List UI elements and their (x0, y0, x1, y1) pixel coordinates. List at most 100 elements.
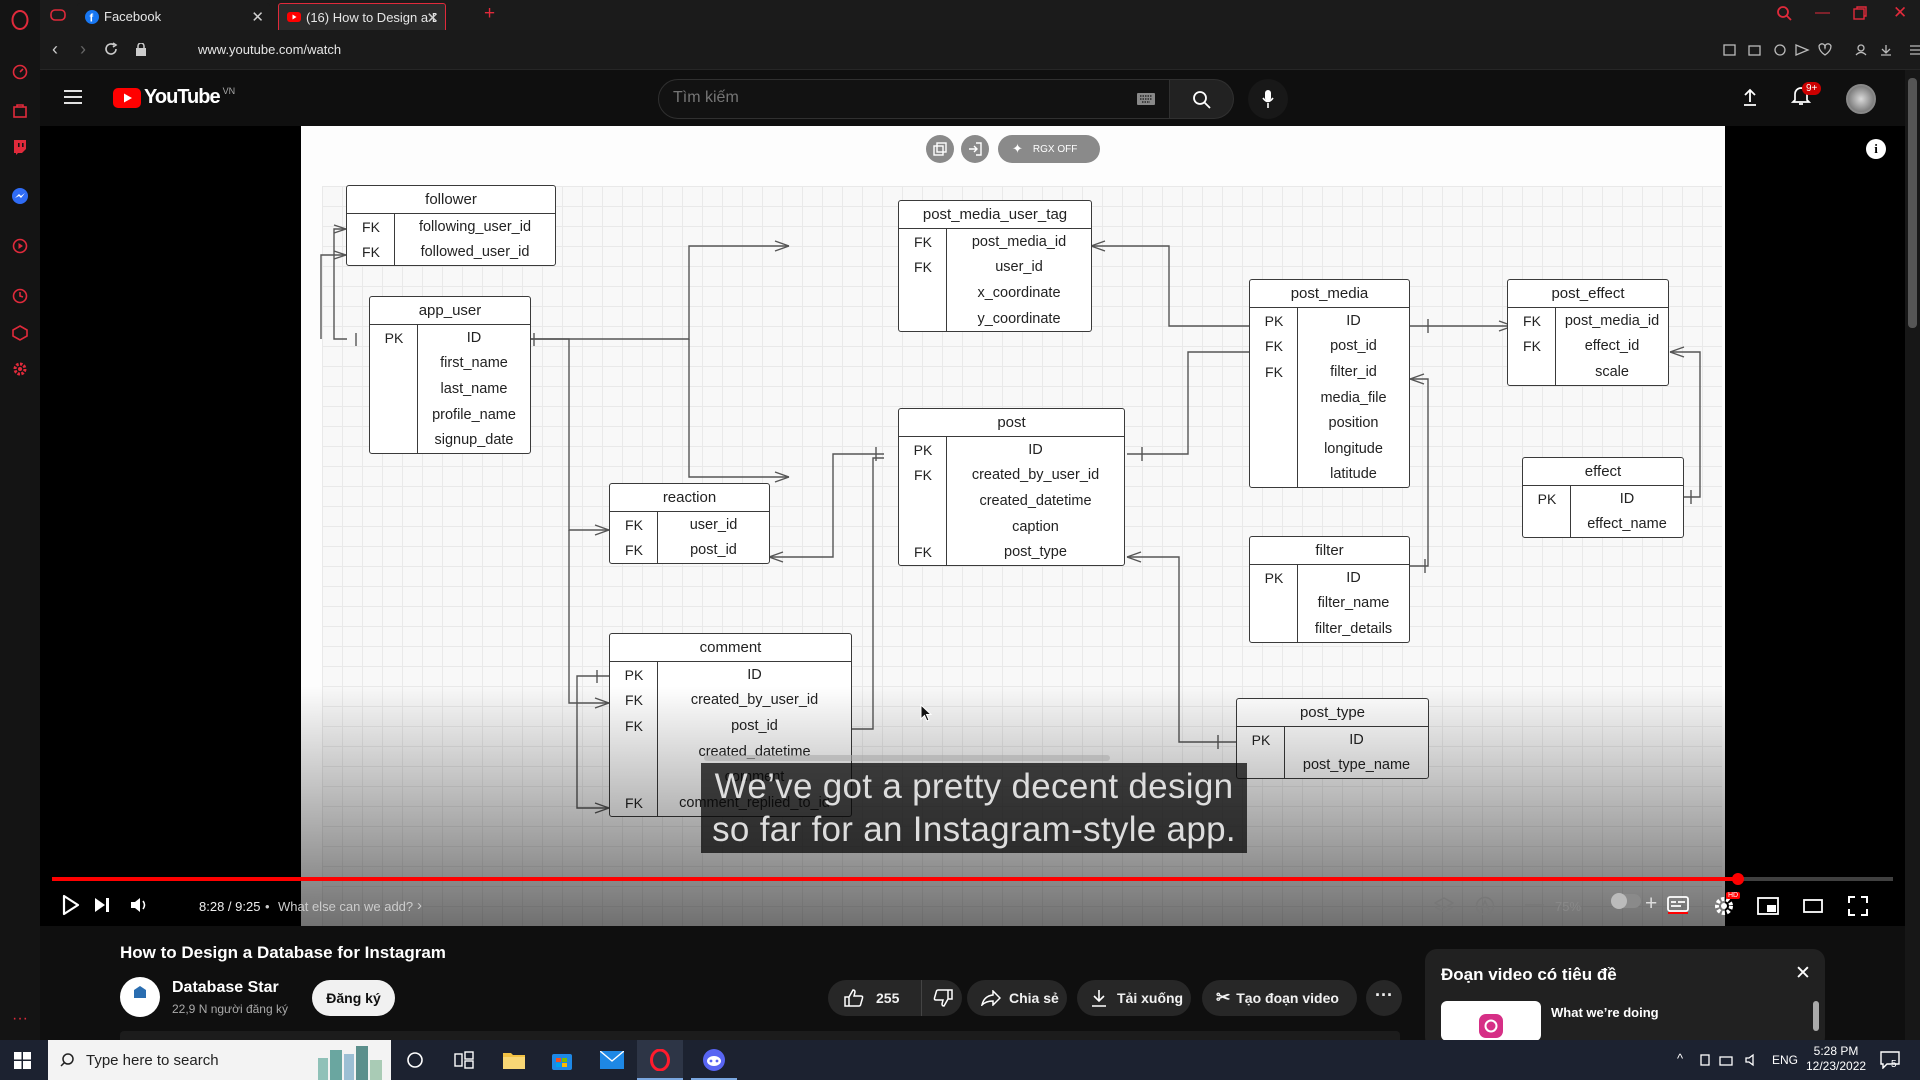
close-panel-icon[interactable]: ✕ (1795, 962, 1811, 985)
cortana-icon[interactable] (406, 1051, 424, 1069)
more-actions-button[interactable]: ··· (1366, 980, 1402, 1016)
logo-text: YouTube (144, 86, 221, 108)
theater-mode-icon[interactable] (1803, 899, 1823, 913)
action-center-icon[interactable] (1880, 1051, 1900, 1069)
entity-title: app_user (370, 297, 530, 325)
toolbar-icons (1723, 43, 1920, 57)
autoplay-toggle[interactable] (1611, 893, 1641, 909)
zoom-level: 75% (1555, 899, 1582, 914)
autoplay-a-icon[interactable] (1475, 896, 1495, 916)
forward-icon[interactable]: › (80, 39, 86, 60)
share-icon (981, 990, 1001, 1006)
reload-icon[interactable] (104, 42, 118, 56)
video-player[interactable]: ✦ RGX OFF follower FK following_user_id … (40, 126, 1905, 926)
channel-avatar[interactable] (120, 977, 160, 1017)
miniplayer-icon[interactable] (1757, 897, 1779, 915)
upload-icon[interactable] (1743, 88, 1757, 106)
menu-icon[interactable] (64, 90, 82, 104)
page-scrollbar-track[interactable] (1905, 70, 1920, 1040)
extensions-icon[interactable] (9, 322, 31, 344)
entity-post: post PK ID FK created_by_user_id created_d… (898, 408, 1125, 566)
tab-youtube[interactable]: (16) How to Design a Datal ✕ (278, 3, 446, 30)
more-icon[interactable]: ··· (9, 1008, 31, 1030)
task-view-icon[interactable] (454, 1051, 474, 1069)
entity-row: FK following_user_id (362, 218, 532, 235)
tab-facebook[interactable]: f Facebook ✕ (77, 3, 270, 30)
speed-dial-icon[interactable] (9, 61, 31, 83)
workspace-icon[interactable] (50, 7, 66, 23)
taskbar-search[interactable]: Type here to search (48, 1040, 391, 1080)
close-tab-icon[interactable]: ✕ (426, 9, 439, 27)
like-button[interactable]: 255 (828, 980, 922, 1016)
facebook-icon: f (85, 9, 99, 24)
close-window-icon[interactable]: ✕ (1893, 3, 1907, 23)
twitch-icon[interactable] (9, 136, 31, 158)
youtube-icon (287, 12, 301, 22)
caption-line: so far for an Instagram-style app. (712, 810, 1236, 849)
download-button[interactable]: Tải xuống (1077, 980, 1191, 1016)
search-icon (60, 1053, 74, 1067)
entity-row: first_name (440, 355, 508, 372)
tray-icons[interactable] (1700, 1053, 1760, 1067)
description-box[interactable] (120, 1031, 1400, 1040)
chapter-item-title[interactable]: What we’re doing (1551, 1005, 1659, 1020)
search-button[interactable] (1170, 79, 1234, 119)
layers-icon[interactable] (1434, 897, 1454, 915)
youtube-logo[interactable]: YouTube VN (113, 86, 235, 109)
clock[interactable]: 5:28 PM 12/23/2022 (1806, 1044, 1866, 1074)
language-indicator[interactable]: ENG (1772, 1053, 1798, 1067)
info-icon[interactable]: i (1866, 139, 1886, 159)
shopping-bag-icon[interactable] (9, 99, 31, 121)
chapter-thumbnail[interactable] (1441, 1001, 1541, 1041)
tray-chevron-icon[interactable]: ^ (1677, 1051, 1683, 1066)
back-icon[interactable]: ‹ (52, 39, 58, 60)
progress-bar[interactable] (52, 873, 1893, 885)
channel-name[interactable]: Database Star (172, 979, 279, 997)
chapter-title[interactable]: What else can we add? (278, 899, 413, 914)
microphone-icon (1262, 90, 1274, 108)
player-controls: 8:28 / 9:25 • What else can we add? › — … (40, 886, 1905, 926)
fullscreen-icon[interactable] (1848, 896, 1868, 916)
new-tab-icon[interactable]: + (484, 3, 495, 25)
url-field[interactable]: www.youtube.com/watch (198, 42, 341, 57)
volume-icon[interactable] (130, 896, 148, 914)
chapter-separator: • (265, 899, 270, 914)
page-scrollbar-thumb[interactable] (1908, 78, 1917, 328)
zoom-in-icon[interactable]: + (1645, 892, 1657, 916)
play-icon[interactable] (62, 894, 80, 916)
progress-scrubber[interactable] (1732, 873, 1745, 885)
dislike-button[interactable] (933, 989, 953, 1007)
taskbar-opera[interactable] (637, 1040, 683, 1080)
file-explorer-icon[interactable] (502, 1050, 526, 1070)
search-input[interactable] (673, 89, 1093, 107)
search-tabs-icon[interactable] (1776, 5, 1792, 21)
mail-icon[interactable] (600, 1051, 624, 1069)
next-icon[interactable] (93, 896, 111, 914)
windows-start-icon[interactable] (14, 1052, 31, 1069)
close-tab-icon[interactable]: ✕ (251, 8, 264, 26)
panel-scrollbar[interactable] (1813, 1001, 1819, 1031)
clip-button[interactable]: ✂ Tạo đoạn video (1202, 980, 1357, 1016)
history-icon[interactable] (9, 285, 31, 307)
settings-icon[interactable] (9, 358, 31, 380)
youtube-header: YouTube VN 9+ (40, 70, 1905, 126)
share-button[interactable]: Chia sẻ (967, 980, 1067, 1016)
messenger-icon[interactable] (9, 185, 31, 207)
player-icon[interactable] (9, 235, 31, 257)
restore-icon[interactable] (1853, 6, 1867, 20)
video-scrollbar[interactable] (704, 755, 1110, 761)
subtitles-icon[interactable] (1667, 896, 1689, 914)
notification-count: 5 (1891, 1059, 1897, 1070)
entity-row: FK user_id (914, 259, 1043, 276)
taskbar-discord[interactable] (691, 1040, 737, 1080)
chevron-right-icon[interactable]: › (417, 897, 422, 914)
voice-search-button[interactable] (1248, 79, 1288, 119)
subscribe-button[interactable]: Đăng ký (312, 980, 395, 1016)
settings-gear-icon[interactable]: HD (1713, 892, 1741, 917)
store-icon[interactable] (551, 1049, 573, 1071)
keyboard-icon[interactable] (1137, 93, 1155, 105)
zoom-out-icon[interactable]: — (1525, 894, 1544, 916)
opera-logo-icon[interactable] (9, 9, 31, 31)
minimize-icon[interactable]: — (1815, 4, 1830, 21)
avatar[interactable] (1846, 84, 1876, 114)
